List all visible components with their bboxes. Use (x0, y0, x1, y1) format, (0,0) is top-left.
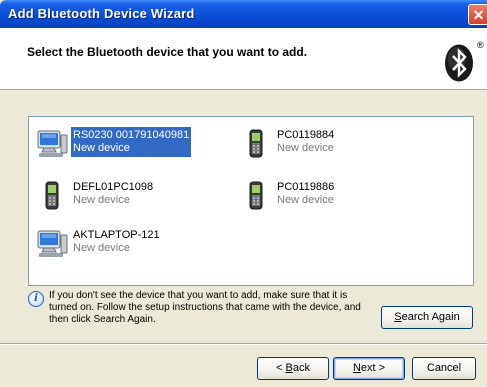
device-status: New device (73, 242, 130, 254)
device-name: AKTLAPTOP-121 (73, 229, 160, 241)
title-bar[interactable]: Add Bluetooth Device Wizard ✕ (0, 0, 487, 28)
device-name: PC0119886 (277, 181, 335, 193)
accelerator-key: S (394, 311, 402, 323)
mobile-phone-icon (249, 181, 263, 210)
accelerator-key: N (352, 362, 361, 374)
close-icon[interactable]: ✕ (468, 4, 487, 25)
wizard-header: Select the Bluetooth device that you wan… (0, 28, 487, 90)
device-name: DEFL01PC1098 (73, 181, 154, 193)
back-button[interactable]: < Back (257, 357, 329, 380)
bluetooth-logo-icon (445, 44, 473, 82)
list-item[interactable]: RS0230 001791040981 New device (35, 127, 205, 157)
accelerator-key: B (285, 362, 293, 374)
window-title: Add Bluetooth Device Wizard (8, 6, 195, 21)
list-item[interactable]: DEFL01PC1098 New device (35, 179, 205, 210)
next-button[interactable]: Next > (333, 357, 405, 380)
button-label: earch Again (401, 311, 460, 323)
device-list[interactable]: RS0230 001791040981 New device PC0119884… (28, 116, 474, 286)
button-label: < (276, 362, 286, 374)
registered-mark: ® (477, 40, 484, 50)
cancel-button[interactable]: Cancel (412, 357, 476, 380)
computer-icon (37, 130, 68, 157)
device-status: New device (73, 142, 130, 154)
list-item[interactable]: AKTLAPTOP-121 New device (35, 227, 205, 257)
device-status: New device (277, 142, 334, 154)
device-status: New device (277, 194, 334, 206)
list-item[interactable]: PC0119886 New device (239, 179, 389, 210)
mobile-phone-icon (45, 181, 59, 210)
list-item[interactable]: PC0119884 New device (239, 127, 389, 158)
button-label: ack (292, 362, 310, 374)
mobile-phone-icon (249, 129, 263, 158)
page-title: Select the Bluetooth device that you wan… (27, 45, 308, 59)
computer-icon (37, 230, 68, 257)
wizard-window: Add Bluetooth Device Wizard ✕ Select the… (0, 0, 487, 387)
info-icon: i (28, 291, 44, 307)
device-name: PC0119884 (277, 129, 335, 141)
info-message: If you don't see the device that you wan… (49, 290, 361, 325)
device-status: New device (73, 194, 130, 206)
button-label: ext > (360, 362, 386, 374)
divider (0, 344, 487, 345)
search-again-button[interactable]: Search Again (381, 306, 473, 329)
device-name: RS0230 001791040981 (73, 129, 190, 141)
